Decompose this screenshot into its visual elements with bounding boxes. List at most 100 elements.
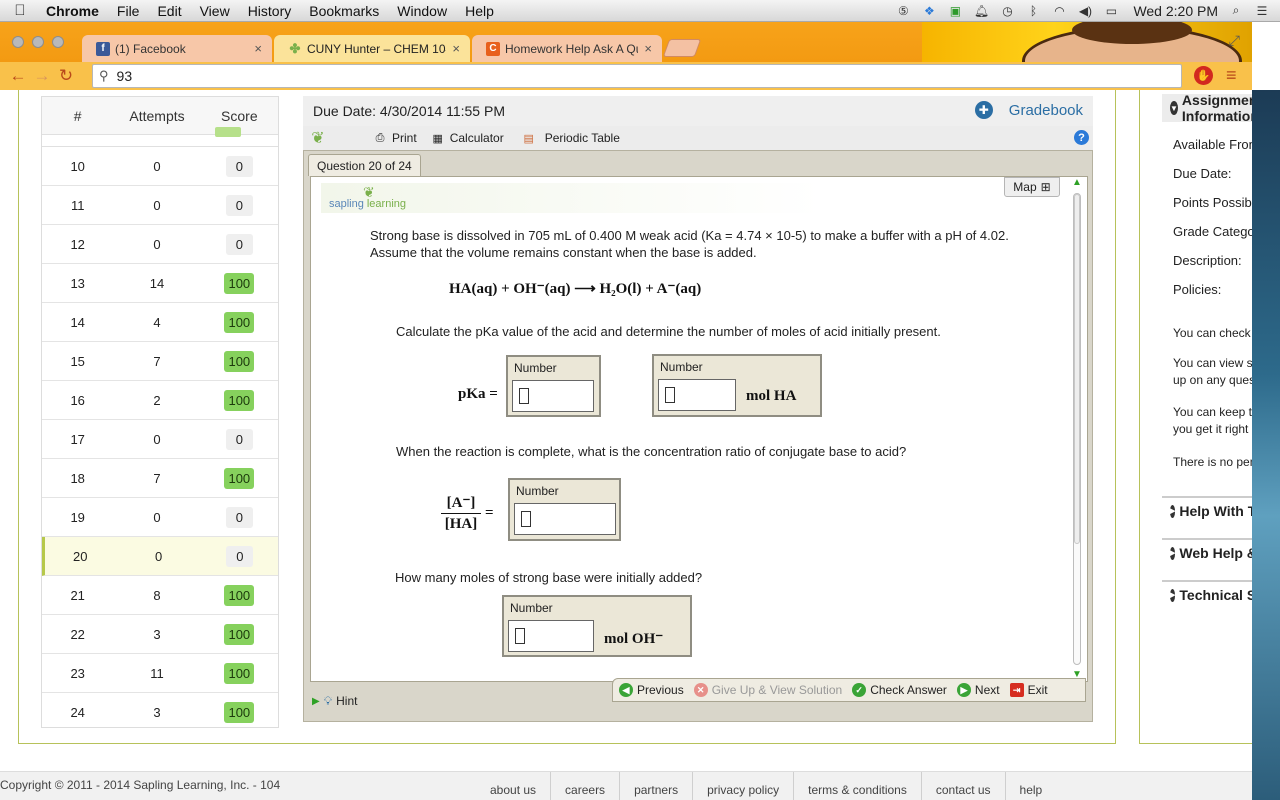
ratio-input[interactable]: [514, 503, 616, 535]
footer-link-about[interactable]: about us: [476, 772, 552, 800]
table-row[interactable]: 10 0 0: [42, 147, 278, 186]
scroll-track[interactable]: [1073, 193, 1081, 665]
print-button[interactable]: ⎙ Print: [373, 131, 417, 145]
footer-link-contact[interactable]: contact us: [922, 772, 1006, 800]
section-web-help[interactable]: ▶ Web Help & Videos: [1162, 538, 1252, 566]
number-label: Number: [516, 484, 559, 498]
dropbox-icon[interactable]: ❖: [921, 4, 937, 18]
table-row[interactable]: 11 0 0: [42, 186, 278, 225]
menu-app-chrome[interactable]: Chrome: [40, 3, 108, 19]
footer-link-help[interactable]: help: [1006, 772, 1057, 800]
moles-base-input[interactable]: [508, 620, 594, 652]
map-button[interactable]: Map ⊞: [1004, 177, 1060, 197]
table-row[interactable]: 14 4 100: [42, 303, 278, 342]
input-caret: [515, 628, 525, 644]
volume-icon[interactable]: ◀): [1077, 4, 1093, 18]
next-arrow-icon: ▶: [956, 683, 971, 697]
table-row[interactable]: 21 8 100: [42, 576, 278, 615]
table-row[interactable]: 16 2 100: [42, 381, 278, 420]
section-help-with-topic[interactable]: ▶ Help With This Topic: [1162, 496, 1252, 524]
moles-acid-input[interactable]: [658, 379, 736, 411]
check-answer-button[interactable]: ✓ Check Answer: [852, 683, 947, 697]
notification-center-icon[interactable]: ☰: [1254, 4, 1270, 18]
menu-bookmarks[interactable]: Bookmarks: [300, 3, 388, 19]
apple-menu-icon[interactable]: : [0, 2, 40, 19]
menu-history[interactable]: History: [239, 3, 301, 19]
question-prompt-line-1: Strong base is dissolved in 705 mL of 0.…: [370, 228, 1009, 243]
time-machine-icon[interactable]: ◷: [999, 4, 1015, 18]
wifi-icon[interactable]: ◠: [1051, 4, 1067, 18]
footer-link-privacy[interactable]: privacy policy: [693, 772, 795, 800]
policy-keep-trying-2: you get it right or give up.: [1173, 422, 1252, 436]
adblock-extension-icon[interactable]: ✋: [1194, 66, 1213, 85]
bluetooth-icon[interactable]: ᛒ: [1025, 4, 1041, 18]
table-row[interactable]: 23 11 100: [42, 654, 278, 693]
address-bar-text[interactable]: 93: [117, 68, 133, 84]
tab-title: Homework Help Ask A Question: [505, 41, 638, 56]
status-five-icon[interactable]: ⑤: [895, 4, 911, 18]
help-icon[interactable]: ?: [1074, 130, 1089, 145]
menu-help[interactable]: Help: [456, 3, 503, 19]
gradebook-link[interactable]: ✚ Gradebook: [974, 101, 1083, 119]
table-row[interactable]: 15 7 100: [42, 342, 278, 381]
spotlight-search-icon[interactable]: ⌕: [1228, 3, 1244, 18]
back-arrow-icon[interactable]: ←: [6, 66, 30, 86]
hint-button[interactable]: ▶ 💡︎ Hint: [312, 692, 357, 710]
previous-button[interactable]: ◀ Previous: [619, 683, 684, 697]
close-tab-icon[interactable]: ×: [452, 41, 460, 56]
table-row[interactable]: 19 0 0: [42, 498, 278, 537]
attempts-count: 0: [153, 197, 161, 213]
reload-icon[interactable]: ↻: [54, 66, 78, 86]
footer-link-terms[interactable]: terms & conditions: [794, 772, 922, 800]
give-up-button[interactable]: ✕ Give Up & View Solution: [693, 683, 842, 697]
menu-edit[interactable]: Edit: [148, 3, 190, 19]
table-row[interactable]: 22 3 100: [42, 615, 278, 654]
map-tree-icon: ⊞: [1040, 180, 1051, 194]
exit-button[interactable]: ⇥ Exit: [1009, 683, 1048, 697]
battery-icon[interactable]: ▭: [1103, 4, 1119, 18]
section-technical-support[interactable]: ▶ Technical Support: [1162, 580, 1252, 608]
footer-link-careers[interactable]: careers: [551, 772, 621, 800]
periodic-table-button[interactable]: ▤ Periodic Table: [518, 131, 620, 145]
question-toolbar: ❦ ⎙ Print ▦ Calculator ▤ Periodic Table …: [303, 126, 1093, 150]
scroll-up-icon[interactable]: ▲: [1072, 177, 1082, 188]
mac-menu-bar:  Chrome File Edit View History Bookmark…: [0, 0, 1280, 22]
footer-link-partners[interactable]: partners: [620, 772, 694, 800]
green-app-icon[interactable]: ▣: [947, 4, 963, 18]
menubar-clock[interactable]: Wed 2:20 PM: [1133, 3, 1218, 19]
close-tab-icon[interactable]: ×: [644, 41, 652, 56]
next-button[interactable]: ▶ Next: [956, 683, 1000, 697]
minimize-window-button[interactable]: [32, 36, 44, 48]
notification-bell-icon[interactable]: 🔔︎: [973, 4, 989, 18]
pka-input[interactable]: [512, 380, 594, 412]
expand-icon: ▶: [1170, 546, 1176, 560]
tab-cuny-hunter[interactable]: ✤ CUNY Hunter – CHEM 104 ×: [274, 35, 470, 62]
table-row[interactable]: 18 7 100: [42, 459, 278, 498]
fullscreen-icon[interactable]: ⤢: [1229, 32, 1240, 49]
table-row[interactable]: 13 14 100: [42, 264, 278, 303]
table-row[interactable]: 24 3 100: [42, 693, 278, 727]
table-row[interactable]: 17 0 0: [42, 420, 278, 459]
question-scrollbar[interactable]: ▲ ▼: [1069, 177, 1085, 681]
menu-view[interactable]: View: [191, 3, 239, 19]
zoom-window-button[interactable]: [52, 36, 64, 48]
menu-window[interactable]: Window: [388, 3, 456, 19]
scroll-thumb[interactable]: [1074, 194, 1080, 544]
chrome-menu-icon[interactable]: ≡: [1226, 65, 1237, 86]
close-window-button[interactable]: [12, 36, 24, 48]
table-row[interactable]: 12 0 0: [42, 225, 278, 264]
new-tab-button[interactable]: [662, 39, 702, 57]
forward-arrow-icon[interactable]: →: [30, 66, 54, 86]
tab-facebook[interactable]: f (1) Facebook ×: [82, 35, 272, 62]
menu-file[interactable]: File: [108, 3, 149, 19]
tab-homework-help[interactable]: C Homework Help Ask A Question ×: [472, 35, 662, 62]
assignment-info-title: Assignment Information: [1181, 92, 1252, 124]
moles-base-number-box: Number mol OH⁻: [502, 595, 692, 657]
calculator-button[interactable]: ▦ Calculator: [431, 131, 503, 145]
section-label: Web Help & Videos: [1179, 545, 1252, 561]
close-tab-icon[interactable]: ×: [254, 41, 262, 56]
assignment-info-header[interactable]: ▼ Assignment Information: [1162, 92, 1252, 124]
number-label: Number: [510, 601, 553, 615]
address-bar[interactable]: ⚲ 93: [92, 64, 1182, 88]
table-row[interactable]: 20 0 0: [42, 537, 278, 576]
